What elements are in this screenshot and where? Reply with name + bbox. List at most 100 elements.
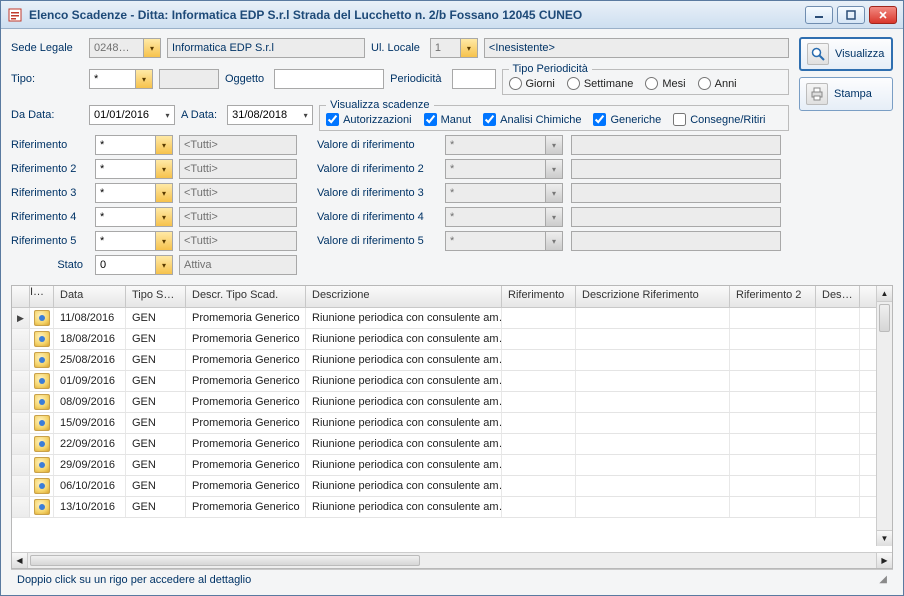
- riferimento-label: Riferimento: [11, 139, 89, 151]
- titlebar[interactable]: Elenco Scadenze - Ditta: Informatica EDP…: [1, 1, 903, 29]
- cell-descrif: [576, 371, 730, 391]
- cell-descrif: [576, 329, 730, 349]
- col-data[interactable]: Data: [54, 286, 126, 307]
- cell-descrif: [576, 308, 730, 328]
- periodicita-input[interactable]: [452, 69, 496, 89]
- riferimento-input[interactable]: [95, 207, 155, 227]
- valref-lookup-icon[interactable]: ▾: [545, 183, 563, 203]
- cell-rif: [502, 497, 576, 517]
- cb-consegne[interactable]: Consegne/Ritiri: [673, 113, 765, 126]
- col-riferimento[interactable]: Riferimento: [502, 286, 576, 307]
- a-data-input[interactable]: [227, 105, 299, 125]
- grid-body[interactable]: ▶11/08/2016GENPromemoria GenericoRiunion…: [12, 308, 892, 552]
- cell-data: 01/09/2016: [54, 371, 126, 391]
- riferimento-lookup-icon[interactable]: ▾: [155, 183, 173, 203]
- resize-grip-icon[interactable]: ◢: [879, 574, 887, 585]
- valref-lookup-icon[interactable]: ▾: [545, 159, 563, 179]
- cb-generiche[interactable]: Generiche: [593, 113, 661, 126]
- cb-analisi[interactable]: Analisi Chimiche: [483, 113, 581, 126]
- table-row[interactable]: 13/10/2016GENPromemoria GenericoRiunione…: [12, 497, 892, 518]
- col-descr-rif[interactable]: Descrizione Riferimento: [576, 286, 730, 307]
- riferimento-lookup-icon[interactable]: ▾: [155, 159, 173, 179]
- vertical-scrollbar[interactable]: ▲ ▼: [876, 286, 892, 546]
- table-row[interactable]: 29/09/2016GENPromemoria GenericoRiunione…: [12, 455, 892, 476]
- valref-lookup-icon[interactable]: ▾: [545, 231, 563, 251]
- oggetto-input[interactable]: [274, 69, 384, 89]
- stato-display: [179, 255, 297, 275]
- da-data-input[interactable]: [89, 105, 161, 125]
- table-row[interactable]: 22/09/2016GENPromemoria GenericoRiunione…: [12, 434, 892, 455]
- radio-anni[interactable]: Anni: [698, 77, 737, 90]
- scroll-down-icon[interactable]: ▼: [877, 530, 892, 546]
- col-descr-tipo[interactable]: Descr. Tipo Scad.: [186, 286, 306, 307]
- table-row[interactable]: ▶11/08/2016GENPromemoria GenericoRiunion…: [12, 308, 892, 329]
- horizontal-scrollbar[interactable]: ◀ ▶: [12, 552, 892, 568]
- col-descri2[interactable]: Descri…: [816, 286, 860, 307]
- minimize-button[interactable]: [805, 6, 833, 24]
- da-data-dropdown-icon[interactable]: ▾: [161, 105, 175, 125]
- col-indicator[interactable]: [12, 286, 30, 307]
- valref-label: Valore di riferimento 3: [317, 187, 437, 199]
- visualizza-button[interactable]: Visualizza: [799, 37, 893, 71]
- sede-legale-nome: [167, 38, 365, 58]
- scroll-thumb[interactable]: [879, 304, 890, 332]
- sede-legale-code[interactable]: [89, 38, 143, 58]
- riferimento-lookup-icon[interactable]: ▾: [155, 135, 173, 155]
- riferimento-row: Riferimento 2▾Valore di riferimento 2▾: [11, 159, 789, 179]
- cell-data: 29/09/2016: [54, 455, 126, 475]
- radio-settimane[interactable]: Settimane: [567, 77, 634, 90]
- riferimento-input[interactable]: [95, 135, 155, 155]
- cell-rif: [502, 350, 576, 370]
- grid[interactable]: I… Data Tipo Scad. Descr. Tipo Scad. Des…: [11, 285, 893, 569]
- cell-descr-tipo: Promemoria Generico: [186, 350, 306, 370]
- cell-descri2: [816, 497, 860, 517]
- ul-locale-lookup-icon[interactable]: ▾: [460, 38, 478, 58]
- cb-autorizzazioni[interactable]: Autorizzazioni: [326, 113, 411, 126]
- cb-manut[interactable]: Manut: [424, 113, 472, 126]
- radio-giorni[interactable]: Giorni: [509, 77, 555, 90]
- tipo-input[interactable]: [89, 69, 135, 89]
- sede-legale-lookup-icon[interactable]: ▾: [143, 38, 161, 58]
- col-riferimento2[interactable]: Riferimento 2: [730, 286, 816, 307]
- riferimento-input[interactable]: [95, 183, 155, 203]
- valref-lookup-icon[interactable]: ▾: [545, 207, 563, 227]
- valref-input[interactable]: [445, 207, 545, 227]
- tipo-lookup-icon[interactable]: ▾: [135, 69, 153, 89]
- close-button[interactable]: [869, 6, 897, 24]
- a-data-dropdown-icon[interactable]: ▾: [299, 105, 313, 125]
- cell-descrizione: Riunione periodica con consulente am…: [306, 476, 502, 496]
- table-row[interactable]: 18/08/2016GENPromemoria GenericoRiunione…: [12, 329, 892, 350]
- stato-lookup-icon[interactable]: ▾: [155, 255, 173, 275]
- riferimento-input[interactable]: [95, 159, 155, 179]
- valref-input[interactable]: [445, 231, 545, 251]
- riferimento-input[interactable]: [95, 231, 155, 251]
- table-row[interactable]: 08/09/2016GENPromemoria GenericoRiunione…: [12, 392, 892, 413]
- table-row[interactable]: 25/08/2016GENPromemoria GenericoRiunione…: [12, 350, 892, 371]
- cell-data: 06/10/2016: [54, 476, 126, 496]
- col-descrizione[interactable]: Descrizione: [306, 286, 502, 307]
- stampa-button[interactable]: Stampa: [799, 77, 893, 111]
- cell-descrizione: Riunione periodica con consulente am…: [306, 434, 502, 454]
- ul-locale-code[interactable]: [430, 38, 460, 58]
- table-row[interactable]: 01/09/2016GENPromemoria GenericoRiunione…: [12, 371, 892, 392]
- valref-input[interactable]: [445, 159, 545, 179]
- valref-input[interactable]: [445, 183, 545, 203]
- table-row[interactable]: 15/09/2016GENPromemoria GenericoRiunione…: [12, 413, 892, 434]
- cell-descrif: [576, 497, 730, 517]
- cell-descri2: [816, 350, 860, 370]
- valref-input[interactable]: [445, 135, 545, 155]
- maximize-button[interactable]: [837, 6, 865, 24]
- table-row[interactable]: 06/10/2016GENPromemoria GenericoRiunione…: [12, 476, 892, 497]
- col-tipo[interactable]: Tipo Scad.: [126, 286, 186, 307]
- hscroll-thumb[interactable]: [30, 555, 420, 566]
- scroll-up-icon[interactable]: ▲: [877, 286, 892, 302]
- scroll-left-icon[interactable]: ◀: [12, 553, 28, 568]
- valref-lookup-icon[interactable]: ▾: [545, 135, 563, 155]
- riferimento-lookup-icon[interactable]: ▾: [155, 207, 173, 227]
- radio-mesi[interactable]: Mesi: [645, 77, 685, 90]
- stato-input[interactable]: [95, 255, 155, 275]
- col-icon[interactable]: I…: [30, 286, 54, 307]
- row-type-icon: [30, 413, 54, 433]
- scroll-right-icon[interactable]: ▶: [876, 553, 892, 568]
- riferimento-lookup-icon[interactable]: ▾: [155, 231, 173, 251]
